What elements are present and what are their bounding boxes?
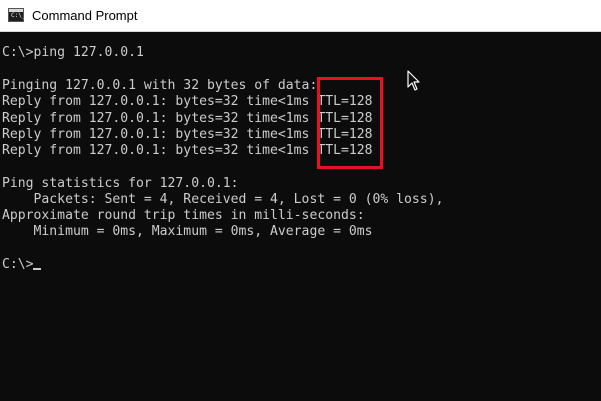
command-prompt-icon: C:\_: [8, 8, 26, 22]
round-trip-heading: Approximate round trip times in milli-se…: [2, 208, 365, 223]
prompt-line[interactable]: C:\>: [2, 257, 34, 273]
pinging-line: Pinging 127.0.0.1 with 32 bytes of data:: [2, 78, 318, 93]
console-output-area[interactable]: C:\>ping 127.0.0.1 Pinging 127.0.0.1 wit…: [0, 33, 601, 401]
packets-line: Packets: Sent = 4, Received = 4, Lost = …: [2, 192, 444, 207]
ttl-highlight-box: [317, 77, 383, 169]
statistics-heading: Ping statistics for 127.0.0.1:: [2, 176, 239, 191]
round-trip-values: Minimum = 0ms, Maximum = 0ms, Average = …: [2, 224, 373, 239]
window-title: Command Prompt: [32, 8, 138, 23]
title-bar[interactable]: C:\_ Command Prompt: [0, 0, 601, 32]
mouse-pointer-icon: [407, 70, 420, 91]
command-line: C:\>ping 127.0.0.1: [2, 45, 144, 60]
command-prompt-icon-text: C:\_: [11, 12, 26, 19]
text-cursor: [33, 268, 41, 270]
